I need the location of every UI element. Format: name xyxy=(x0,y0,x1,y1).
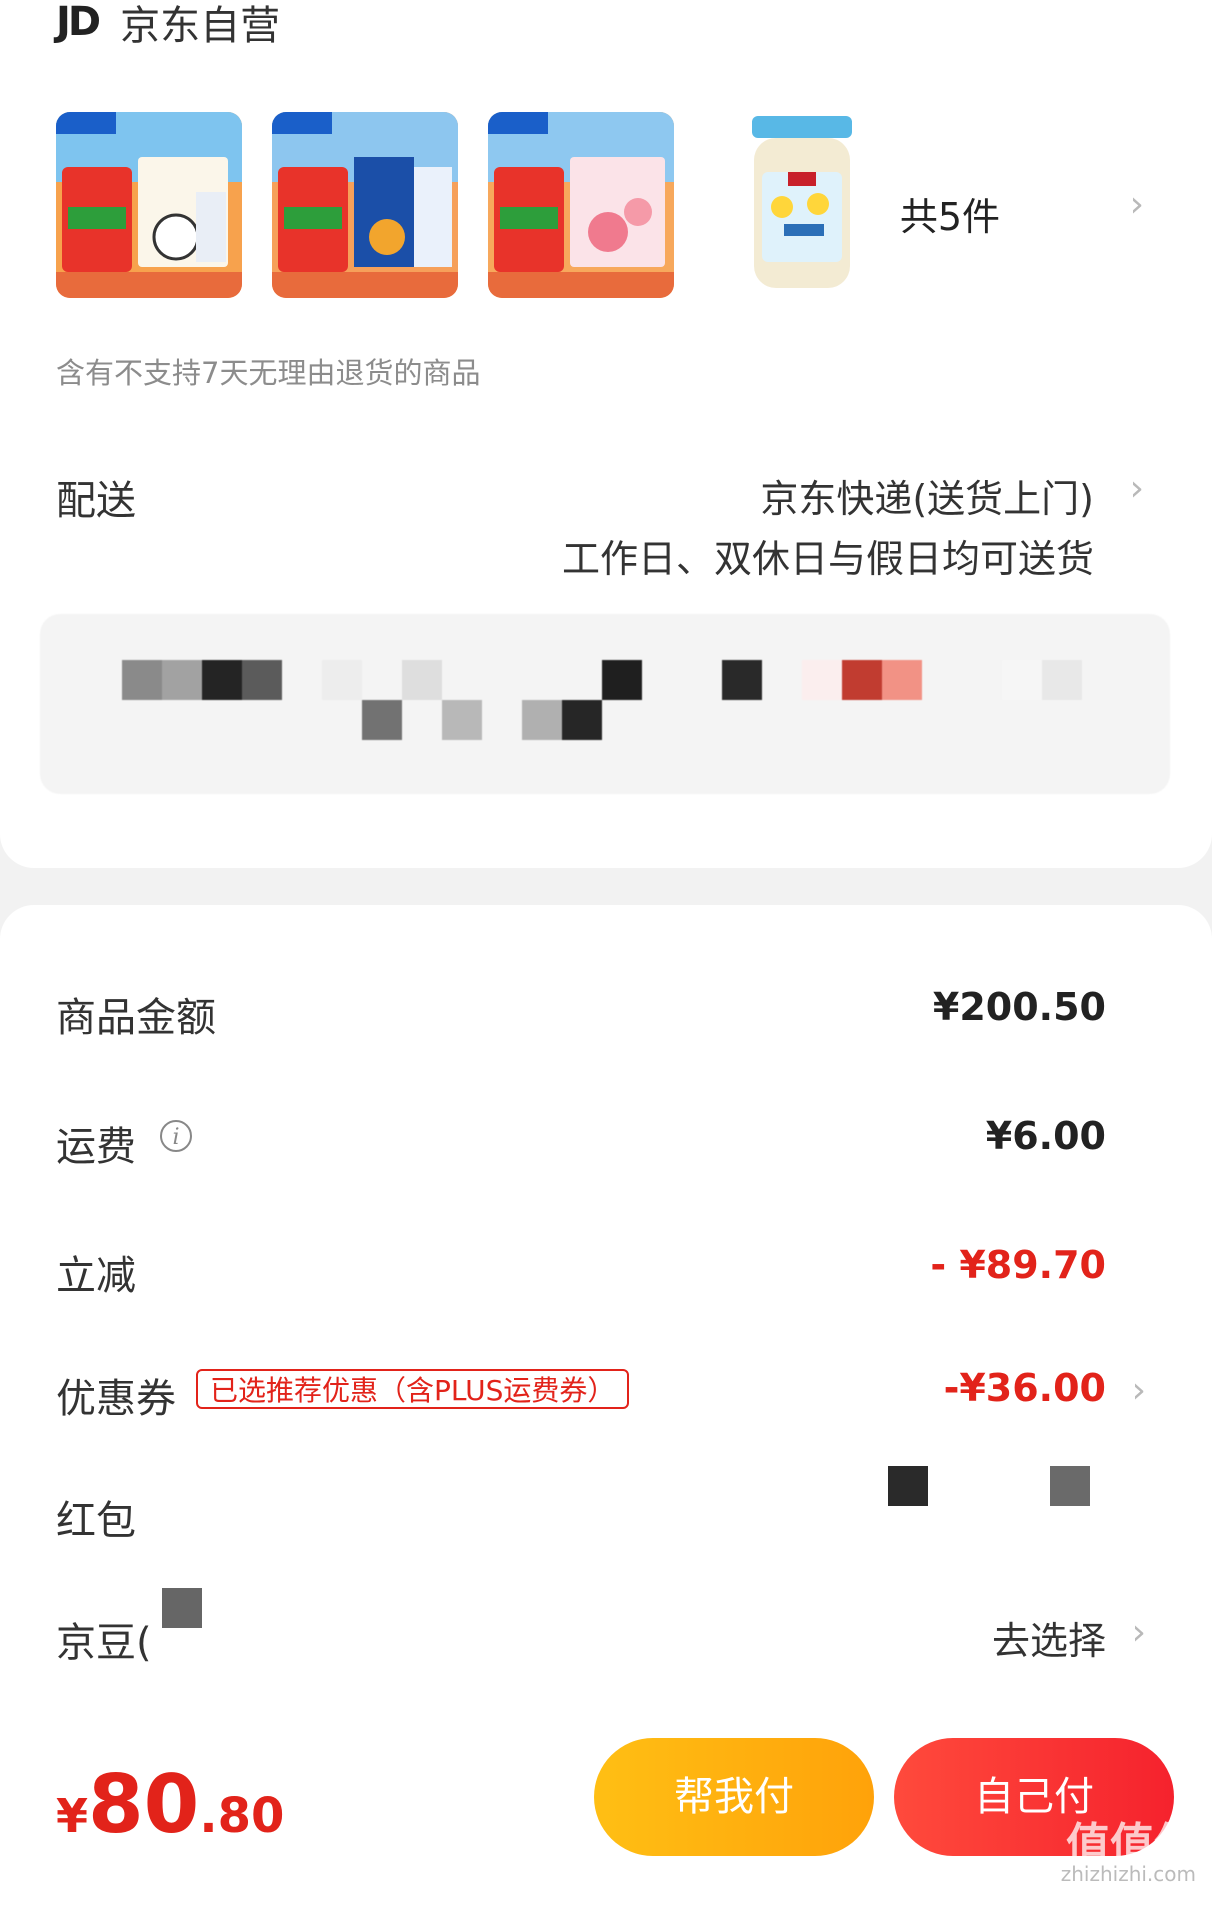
shop-name: 京东自营 xyxy=(120,3,281,49)
watermark-url: zhizhizhi.com xyxy=(1060,1862,1196,1886)
chevron-right-icon[interactable]: › xyxy=(1130,184,1144,225)
address-redacted[interactable] xyxy=(40,614,1170,794)
total-amount: ¥ 80 .80 xyxy=(56,1758,284,1851)
goods-amount-label: 商品金额 xyxy=(56,995,216,1041)
product-thumbnail[interactable] xyxy=(488,112,674,298)
coupon-tag[interactable]: 已选推荐优惠（含PLUS运费券） xyxy=(196,1369,630,1409)
return-policy-note: 含有不支持7天无理由退货的商品 xyxy=(56,356,481,390)
jingdou-select[interactable]: 去选择 xyxy=(992,1610,1106,1665)
total-integer: 80 xyxy=(88,1758,200,1851)
coupon-label: 优惠券 xyxy=(56,1376,176,1422)
red-packet-label: 红包 xyxy=(56,1498,136,1544)
jd-logo: JD xyxy=(56,0,101,45)
total-decimal: .80 xyxy=(199,1788,285,1844)
product-thumbnail[interactable] xyxy=(272,112,458,298)
shipping-value: ¥6.00 xyxy=(985,1114,1106,1158)
jingdou-label: 京豆( xyxy=(56,1620,152,1666)
red-packet-redacted xyxy=(1050,1466,1090,1506)
help-pay-button[interactable]: 帮我付 xyxy=(594,1738,874,1856)
jingdou-redacted xyxy=(162,1588,202,1628)
chevron-right-icon[interactable]: › xyxy=(1132,1370,1146,1411)
info-icon[interactable]: i xyxy=(160,1120,192,1152)
coupon-value[interactable]: -¥36.00 xyxy=(944,1366,1106,1410)
shop-header[interactable]: JD 京东自营 xyxy=(56,0,280,49)
product-thumbnail[interactable] xyxy=(56,112,242,298)
delivery-schedule: 工作日、双休日与假日均可送货 xyxy=(561,537,1094,581)
product-count[interactable]: 共5件 xyxy=(900,186,1000,241)
currency-symbol: ¥ xyxy=(56,1789,89,1843)
chevron-right-icon[interactable]: › xyxy=(1132,1612,1146,1653)
order-goods-card: JD 京东自营 共5件 › 含有不支持7天无理由退货的商品 配送 京东快递(送货… xyxy=(0,0,1212,868)
red-packet-redacted xyxy=(888,1466,928,1506)
instant-discount-value: - ¥89.70 xyxy=(930,1243,1106,1287)
chevron-right-icon[interactable]: › xyxy=(1130,468,1144,509)
goods-amount-value: ¥200.50 xyxy=(932,985,1106,1029)
instant-discount-label: 立减 xyxy=(56,1253,136,1299)
delivery-label: 配送 xyxy=(56,478,136,524)
delivery-method[interactable]: 京东快递(送货上门) xyxy=(760,468,1094,523)
shipping-label: 运费 xyxy=(56,1124,136,1170)
product-thumbnail[interactable] xyxy=(704,112,890,298)
